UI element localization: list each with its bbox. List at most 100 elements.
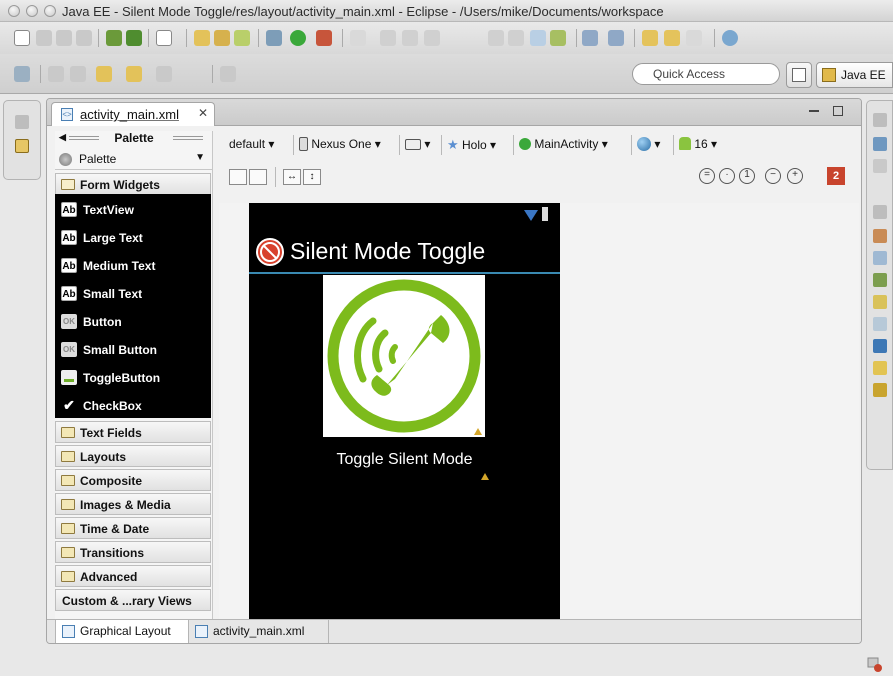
palette-mode-select[interactable]: Palette ▼ — [55, 148, 213, 170]
open-task-icon[interactable] — [664, 30, 680, 46]
phone-image-view[interactable] — [323, 275, 485, 437]
palette-widget-small-text[interactable]: Ab Small Text — [61, 284, 211, 304]
palette-widget-textview[interactable]: Ab TextView — [61, 200, 211, 220]
new-project-icon[interactable] — [194, 30, 210, 46]
properties-icon[interactable] — [873, 251, 887, 265]
device-dropdown[interactable]: Nexus One ▾ — [299, 137, 381, 155]
lint-icon[interactable] — [156, 30, 172, 46]
palette-category[interactable]: Time & Date — [55, 517, 211, 539]
print-icon[interactable] — [76, 30, 92, 46]
console-icon[interactable] — [873, 339, 887, 353]
snippets-icon[interactable] — [873, 317, 887, 331]
open-perspective-button[interactable] — [786, 62, 812, 88]
palette-widget-button[interactable]: OK Button — [61, 312, 211, 332]
save-icon[interactable] — [36, 30, 52, 46]
palette-category[interactable]: Advanced — [55, 565, 211, 587]
task-list-icon[interactable] — [873, 159, 887, 173]
java-ee-perspective-button[interactable]: Java EE — [816, 62, 893, 88]
run-icon[interactable] — [290, 30, 306, 46]
tab-graphical-layout[interactable]: Graphical Layout — [55, 620, 189, 643]
activity-dropdown[interactable]: MainActivity ▾ — [519, 137, 608, 155]
logcat-icon[interactable] — [873, 383, 887, 397]
palette-category[interactable]: Images & Media — [55, 493, 211, 515]
pin-editor-icon[interactable] — [220, 66, 236, 82]
api-level-dropdown[interactable]: 16 ▾ — [679, 137, 717, 155]
quick-access-input[interactable]: Quick Access — [632, 63, 780, 85]
avd-manager-icon[interactable] — [126, 30, 142, 46]
layout-split-vertical-button[interactable] — [229, 169, 247, 185]
orientation-dropdown[interactable]: ▾ — [405, 137, 430, 155]
zoom-100-icon[interactable]: 1 — [739, 168, 755, 184]
close-tab-icon[interactable]: ✕ — [198, 106, 208, 120]
restore-icon[interactable] — [873, 205, 887, 219]
new-icon[interactable] — [14, 30, 30, 46]
external-tools-icon[interactable] — [316, 30, 332, 46]
close-window-button[interactable] — [8, 5, 20, 17]
zoom-out-icon[interactable]: − — [765, 168, 781, 184]
palette-category-form-widgets[interactable]: Form Widgets — [55, 173, 211, 195]
palette-widget-large-text[interactable]: Ab Large Text — [61, 228, 211, 248]
toggle-button-preview[interactable]: Toggle Silent Mode — [249, 451, 560, 469]
markers-icon[interactable] — [873, 229, 887, 243]
status-bar-indicator[interactable] — [867, 656, 883, 672]
fill-width-button[interactable]: ↔ — [283, 169, 301, 185]
lint-warnings-badge[interactable]: 2 — [827, 167, 845, 185]
forward-icon[interactable] — [156, 66, 172, 82]
android-sdk-icon[interactable] — [106, 30, 122, 46]
minimize-icon[interactable] — [809, 106, 819, 112]
web-browser-icon[interactable] — [608, 30, 624, 46]
editor-tab-activity-main[interactable]: <> activity_main.xml ✕ — [51, 102, 215, 126]
maximize-icon[interactable] — [833, 106, 843, 116]
zoom-window-button[interactable] — [44, 5, 56, 17]
save-all-icon[interactable] — [56, 30, 72, 46]
palette-widget-medium-text[interactable]: Ab Medium Text — [61, 256, 211, 276]
suspend-icon[interactable] — [402, 30, 418, 46]
servers-icon[interactable] — [582, 30, 598, 46]
tab-xml-source[interactable]: activity_main.xml — [189, 620, 329, 643]
palette-widget-checkbox[interactable]: ✔ CheckBox — [61, 396, 211, 416]
warning-icon[interactable] — [481, 473, 489, 480]
previous-annotation-icon[interactable] — [70, 66, 86, 82]
step-into-icon[interactable] — [488, 30, 504, 46]
step-over-icon[interactable] — [508, 30, 524, 46]
globe-icon[interactable] — [722, 30, 738, 46]
back-icon[interactable] — [126, 66, 142, 82]
device-preview[interactable]: Silent Mode Toggle Toggle Silent Mode — [249, 203, 560, 619]
warning-icon[interactable] — [474, 428, 482, 435]
palette-category[interactable]: Layouts — [55, 445, 211, 467]
use-step-filters-icon[interactable] — [550, 30, 566, 46]
project-explorer-icon[interactable] — [15, 139, 29, 153]
minimize-window-button[interactable] — [26, 5, 38, 17]
palette-widget-togglebutton[interactable]: ToggleButton — [61, 368, 211, 388]
new-xml-icon[interactable] — [234, 30, 250, 46]
open-type-icon[interactable] — [642, 30, 658, 46]
search-view-icon[interactable] — [873, 361, 887, 375]
palette-category[interactable]: Composite — [55, 469, 211, 491]
restore-icon[interactable] — [15, 115, 29, 129]
terminate-icon[interactable] — [424, 30, 440, 46]
search-toolbar-icon[interactable] — [686, 30, 702, 46]
collapse-palette-icon[interactable]: ◀ — [59, 132, 66, 143]
resume-icon[interactable] — [380, 30, 396, 46]
debug-icon[interactable] — [266, 30, 282, 46]
configuration-dropdown[interactable]: default ▾ — [229, 137, 274, 155]
palette-widget-small-button[interactable]: OK Small Button — [61, 340, 211, 360]
palette-category[interactable]: Text Fields — [55, 421, 211, 443]
new-class-icon[interactable] — [214, 30, 230, 46]
skip-breakpoints-icon[interactable] — [350, 30, 366, 46]
data-source-icon[interactable] — [873, 295, 887, 309]
servers-view-icon[interactable] — [873, 273, 887, 287]
palette-category[interactable]: Transitions — [55, 541, 211, 563]
zoom-to-fit-icon[interactable]: = — [699, 168, 715, 184]
annotation-icon[interactable] — [14, 66, 30, 82]
last-edit-location-icon[interactable] — [96, 66, 112, 82]
palette-category[interactable]: Custom & ...rary Views — [55, 589, 211, 611]
fill-height-button[interactable]: ↕ — [303, 169, 321, 185]
outline-icon[interactable] — [873, 137, 887, 151]
step-return-icon[interactable] — [530, 30, 546, 46]
locale-dropdown[interactable]: ▾ — [637, 137, 660, 155]
layout-split-horizontal-button[interactable] — [249, 169, 267, 185]
next-annotation-icon[interactable] — [48, 66, 64, 82]
zoom-in-icon[interactable]: + — [787, 168, 803, 184]
theme-dropdown[interactable]: ★ Holo ▾ — [447, 137, 496, 155]
